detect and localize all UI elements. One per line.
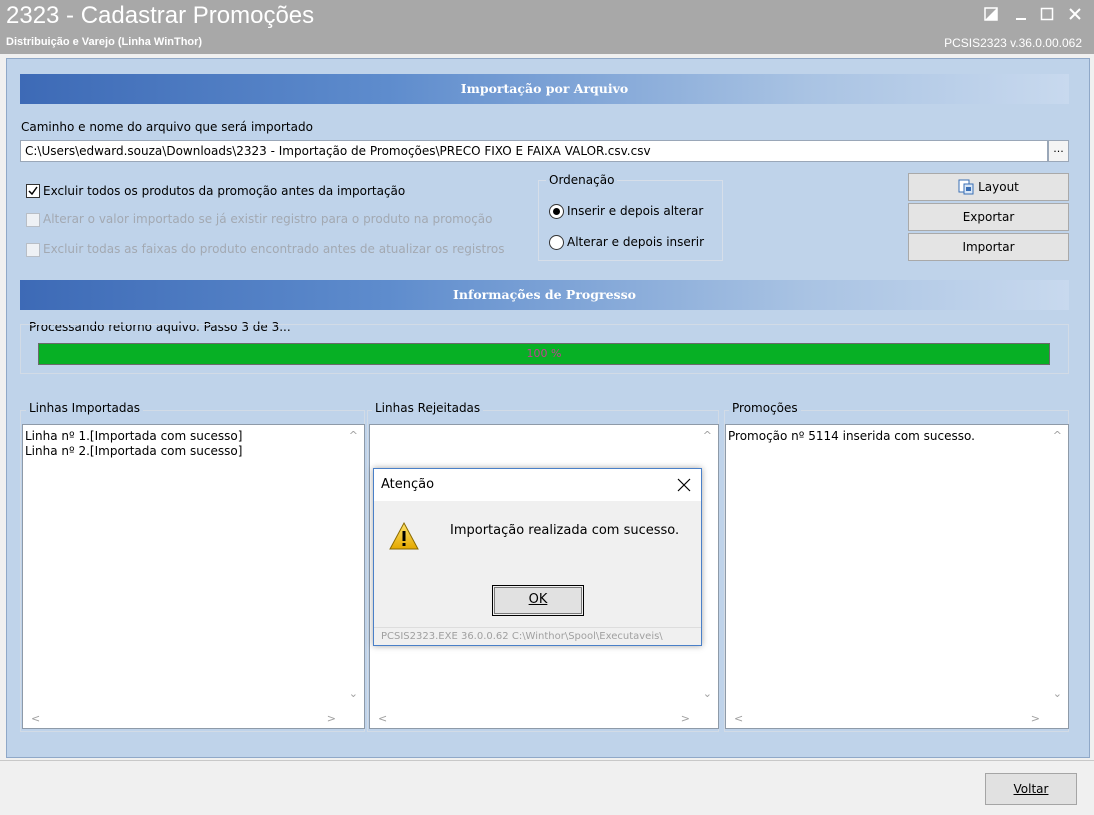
import-section-header: Importação por Arquivo [20,74,1069,104]
dialog-footer: PCSIS2323.EXE 36.0.0.62 C:\Winthor\Spool… [374,627,701,647]
scroll-right-icon[interactable]: > [1031,712,1040,725]
option-update-value-label: Alterar o valor importado se já existir … [43,212,493,226]
option-exclude-products-checkbox[interactable] [26,184,40,198]
minimize-icon[interactable] [1010,4,1032,24]
radio-update-then-insert-label: Alterar e depois inserir [567,235,704,249]
imported-line-2: Linha nº 2.[Importada com sucesso] [25,444,243,458]
progress-section-header: Informações de Progresso [20,280,1069,310]
imported-lines-title: Linhas Importadas [26,401,144,415]
layout-icon [958,179,974,195]
imported-line-1: Linha nº 1.[Importada com sucesso] [25,429,243,443]
ok-button[interactable]: OK [492,585,584,616]
rejected-lines-title: Linhas Rejeitadas [372,401,484,415]
ordering-title: Ordenação [546,173,618,187]
warning-icon [388,521,420,554]
back-button[interactable]: Voltar [985,773,1077,805]
imported-lines-list[interactable]: Linha nº 1.[Importada com sucesso] Linha… [22,424,365,729]
ok-button-label: OK [528,592,548,607]
version-label: PCSIS2323 v.36.0.00.062 [944,36,1082,50]
window-subtitle: Distribuição e Varejo (Linha WinThor) [6,36,203,48]
scroll-up-icon[interactable]: ^ [349,429,358,442]
radio-insert-then-update[interactable] [549,204,564,219]
window-title: 2323 - Cadastrar Promoções [6,2,315,29]
progress-bar: 100 % [38,343,1050,365]
layout-button[interactable]: Layout [908,173,1069,201]
progress-percent: 100 % [526,347,562,360]
import-button[interactable]: Importar [908,233,1069,261]
radio-insert-then-update-label: Inserir e depois alterar [567,204,704,218]
restore-icon[interactable] [980,4,1002,24]
checkmark-icon [28,186,38,196]
radio-selected-dot [553,208,560,215]
option-exclude-products-label: Excluir todos os produtos da promoção an… [43,184,406,198]
close-icon[interactable] [1064,4,1086,24]
option-exclude-ranges-label: Excluir todas as faixas do produto encon… [43,242,505,256]
attention-dialog: Atenção Importação realizada com sucesso… [373,468,702,646]
promotion-line-1: Promoção nº 5114 inserida com sucesso. [728,429,975,443]
option-update-value-checkbox[interactable] [26,213,40,227]
scroll-left-icon[interactable]: < [734,712,743,725]
scroll-down-icon[interactable]: ⌄ [1053,687,1062,700]
radio-update-then-insert[interactable] [549,235,564,250]
scroll-down-icon[interactable]: ⌄ [703,687,712,700]
scroll-left-icon[interactable]: < [378,712,387,725]
bottom-bar [0,760,1094,815]
scroll-left-icon[interactable]: < [31,712,40,725]
scroll-up-icon[interactable]: ^ [1053,429,1062,442]
maximize-icon[interactable] [1036,4,1058,24]
option-exclude-ranges-checkbox[interactable] [26,243,40,257]
layout-button-label: Layout [978,180,1019,194]
promotions-title: Promoções [729,401,801,415]
scroll-down-icon[interactable]: ⌄ [349,687,358,700]
dialog-close-icon[interactable] [677,474,691,497]
file-path-input[interactable]: C:\Users\edward.souza\Downloads\2323 - I… [20,140,1048,162]
export-button[interactable]: Exportar [908,203,1069,231]
path-label: Caminho e nome do arquivo que será impor… [21,120,313,134]
back-button-label: Voltar [1013,782,1049,796]
dialog-title: Atenção [381,477,435,492]
promotions-list[interactable]: Promoção nº 5114 inserida com sucesso. ^… [725,424,1069,729]
scroll-right-icon[interactable]: > [681,712,690,725]
browse-button[interactable]: ... [1048,140,1069,162]
scroll-up-icon[interactable]: ^ [703,429,712,442]
dialog-message: Importação realizada com sucesso. [450,523,680,538]
scroll-right-icon[interactable]: > [327,712,336,725]
